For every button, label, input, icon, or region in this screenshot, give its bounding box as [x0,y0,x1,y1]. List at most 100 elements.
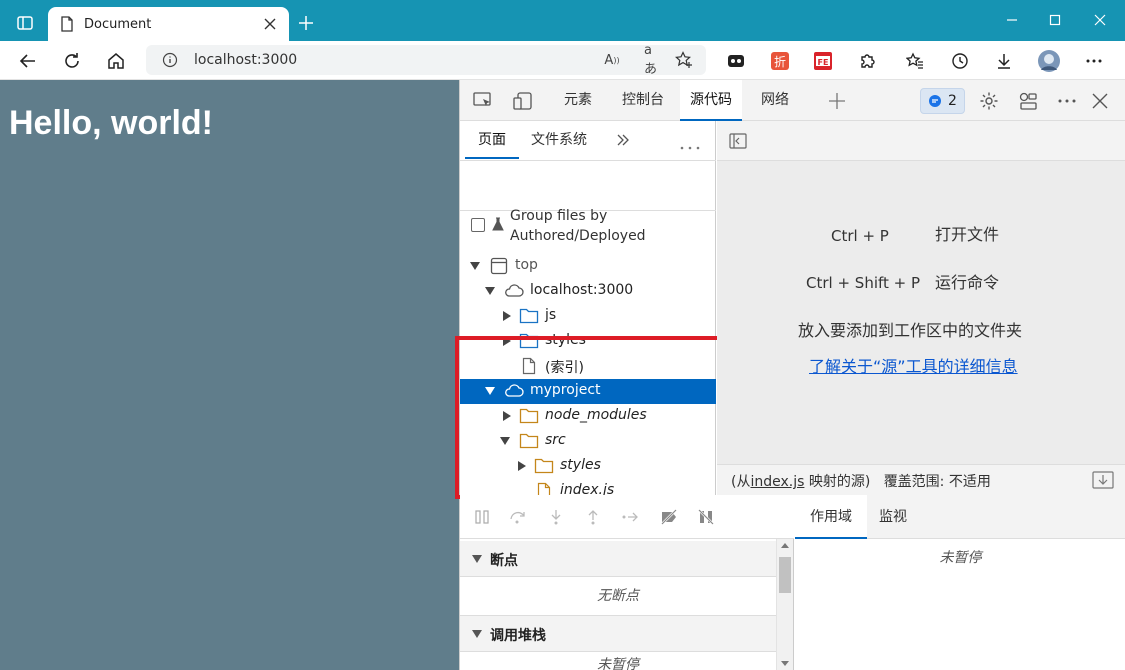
address-bar[interactable]: localhost:3000 A)) aあ [146,43,706,77]
translate-icon[interactable]: aあ [644,43,664,77]
tree-label: js [545,307,557,323]
settings-gear-icon[interactable] [978,90,1000,112]
expand-arrow[interactable] [470,262,480,270]
browser-tab[interactable]: Document [48,7,289,41]
navigator-tabs: 页面 文件系统 [460,121,716,161]
tab-scope[interactable]: 作用域 [795,495,867,539]
more-menu-icon[interactable] [1082,49,1106,73]
downloads-icon[interactable] [992,49,1016,73]
tree-item-src[interactable]: src [460,429,716,454]
issues-badge[interactable]: 2 [920,88,965,114]
tab-sources[interactable]: 源代码 [680,80,742,121]
favorites-icon[interactable] [903,49,927,73]
toggle-navigator-icon[interactable] [729,133,747,149]
close-devtools-icon[interactable] [1089,90,1111,112]
pause-icon[interactable] [473,508,491,526]
mapped-file-link[interactable]: index.js [750,474,804,490]
sources-navigator: 页面 文件系统 Group files by Authored/Deployed… [460,121,716,524]
tab-actions-icon[interactable] [12,10,38,36]
collapse-arrow[interactable] [503,411,511,421]
breakpoints-title: 断点 [490,553,518,569]
deactivate-breakpoints-icon[interactable] [660,508,678,526]
tree-item-myproject[interactable]: myproject [460,379,716,404]
download-icon[interactable] [1092,471,1114,489]
step-out-icon[interactable] [584,508,602,526]
tab-console[interactable]: 控制台 [613,80,673,121]
extension-icon-2[interactable]: 折 [768,49,792,73]
scope-tabs: 作用域 监视 [795,495,1125,539]
pause-on-exceptions-icon[interactable] [697,508,715,526]
tree-item-src-styles[interactable]: styles [460,454,716,479]
inspect-element-icon[interactable] [472,90,494,112]
device-emulation-icon[interactable] [512,90,534,112]
collapse-arrow[interactable] [518,461,526,471]
tree-item-node-modules[interactable]: node_modules [460,404,716,429]
tree-item-js[interactable]: js [460,304,716,329]
expand-arrow[interactable] [500,437,510,445]
minimize-icon[interactable] [1002,10,1022,30]
expand-arrow[interactable] [472,555,482,563]
add-favorite-icon[interactable] [674,50,694,70]
expand-arrow[interactable] [485,387,495,395]
collapse-arrow[interactable] [503,311,511,321]
extension-icon-3[interactable]: FE [811,49,835,73]
breakpoints-section-header[interactable]: 断点 [460,541,776,577]
scrollbar-thumb[interactable] [779,557,791,593]
navigator-menu-icon[interactable] [680,138,700,154]
tree-item-styles[interactable]: styles [460,329,716,354]
tab-elements[interactable]: 元素 [553,80,603,121]
maximize-icon[interactable] [1045,10,1065,30]
refresh-icon[interactable] [60,49,84,73]
customize-icon[interactable] [1017,90,1039,112]
step-icon[interactable] [622,508,640,526]
group-files-checkbox[interactable] [471,218,485,232]
shortcut-open-file-keys: Ctrl + P [831,227,889,245]
scroll-up-icon[interactable] [781,542,789,548]
tab-page[interactable]: 页面 [465,121,519,159]
close-tab-icon[interactable] [261,15,279,33]
close-window-icon[interactable] [1090,10,1110,30]
more-nav-tabs-icon[interactable] [616,133,630,151]
status-prefix: (从 [731,474,751,490]
scope-panel: 作用域 监视 未暂停 [795,495,1125,670]
debugger-toolbar [460,495,794,539]
expand-arrow[interactable] [485,287,495,295]
frame-icon [490,257,508,275]
folder-icon [519,333,539,349]
back-icon[interactable] [16,49,40,73]
more-options-icon[interactable] [1056,90,1078,112]
tree-item-index[interactable]: (索引) [460,354,716,379]
tab-watch[interactable]: 监视 [879,495,907,539]
callstack-empty-text: 未暂停 [597,657,639,670]
learn-more-link[interactable]: 了解关于“源”工具的详细信息 [809,353,1018,377]
drop-folder-hint: 放入要添加到工作区中的文件夹 [798,321,1023,340]
tree-label: localhost:3000 [530,282,634,298]
tree-item-localhost[interactable]: localhost:3000 [460,279,716,304]
new-tab-icon[interactable] [296,13,316,33]
coverage-status: 覆盖范围: 不适用 [883,474,991,490]
expand-arrow[interactable] [472,630,482,638]
read-aloud-icon[interactable]: A)) [602,50,622,70]
tab-filesystem[interactable]: 文件系统 [531,121,587,159]
step-over-icon[interactable] [509,508,527,526]
tree-label: src [545,432,566,448]
callstack-section-header[interactable]: 调用堆栈 [460,616,776,652]
group-files-label: Group files by Authored/Deployed [510,206,710,246]
tab-network[interactable]: 网络 [750,80,800,121]
home-icon[interactable] [104,49,128,73]
profile-avatar[interactable] [1037,49,1061,73]
sidebar-scrollbar[interactable] [776,539,793,670]
scroll-down-icon[interactable] [781,661,789,667]
tree-item-top[interactable]: top [460,254,716,279]
collapse-arrow[interactable] [503,336,511,346]
extensions-puzzle-icon[interactable] [856,49,880,73]
extension-icon-1[interactable] [724,49,748,73]
svg-text:折: 折 [774,54,786,69]
history-icon[interactable] [948,49,972,73]
info-icon[interactable] [162,52,178,68]
step-into-icon[interactable] [547,508,565,526]
svg-text:FE: FE [818,58,829,67]
shortcut-run-command-action: 运行命令 [935,273,1000,292]
url-text[interactable]: localhost:3000 [194,52,297,68]
more-tabs-plus-icon[interactable] [826,90,848,112]
